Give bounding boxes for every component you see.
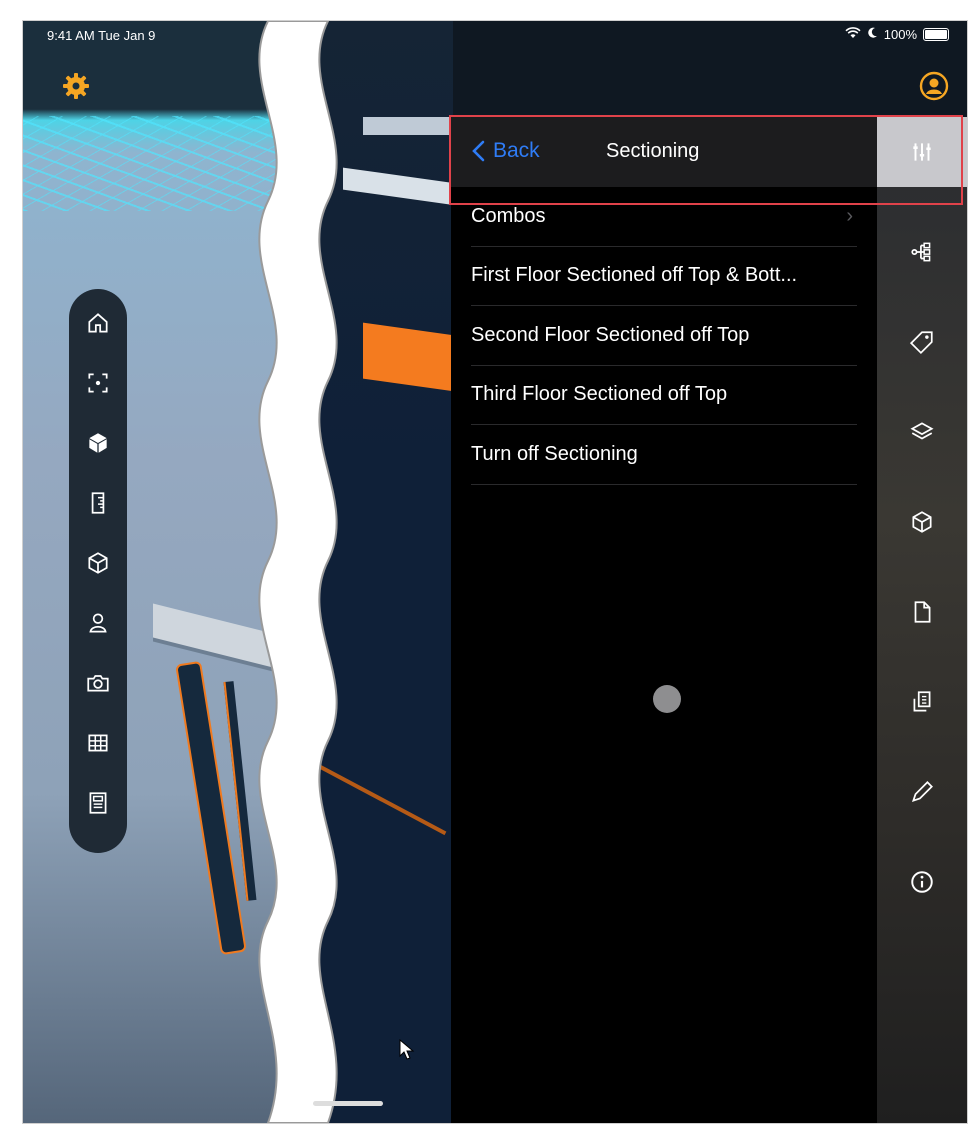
person-icon[interactable] bbox=[78, 603, 118, 643]
menu-item-turn-off-sectioning[interactable]: Turn off Sectioning bbox=[471, 425, 857, 485]
cube-filled-icon[interactable] bbox=[78, 423, 118, 463]
floorplan-icon[interactable] bbox=[78, 783, 118, 823]
menu-item-label: Turn off Sectioning bbox=[471, 442, 638, 465]
mouse-cursor-icon bbox=[399, 1039, 415, 1060]
menu-item-label: First Floor Sectioned off Top & Bott... bbox=[471, 264, 798, 287]
tag-icon[interactable] bbox=[904, 324, 940, 360]
model-beam bbox=[363, 117, 463, 135]
menu-item-combos[interactable]: Combos › bbox=[471, 187, 857, 247]
sheets-icon[interactable] bbox=[904, 684, 940, 720]
cube-outline-icon[interactable] bbox=[78, 543, 118, 583]
box-icon[interactable] bbox=[904, 504, 940, 540]
home-icon[interactable] bbox=[78, 303, 118, 343]
menu-item-second-floor[interactable]: Second Floor Sectioned off Top bbox=[471, 306, 857, 366]
camera-icon[interactable] bbox=[78, 663, 118, 703]
menu-item-third-floor[interactable]: Third Floor Sectioned off Top bbox=[471, 366, 857, 425]
menu-item-first-floor[interactable]: First Floor Sectioned off Top & Bott... bbox=[471, 247, 857, 306]
user-avatar-icon[interactable] bbox=[919, 71, 949, 101]
app-window: 9:41 AM Tue Jan 9 100% Back Sectioning C… bbox=[22, 20, 968, 1124]
chevron-right-icon: › bbox=[846, 204, 853, 227]
chevron-left-icon bbox=[472, 140, 485, 162]
sectioning-menu: Combos › First Floor Sectioned off Top &… bbox=[471, 187, 857, 485]
grid-icon[interactable] bbox=[78, 723, 118, 763]
ruler-icon[interactable] bbox=[78, 483, 118, 523]
torn-edge-divider bbox=[258, 21, 338, 1123]
wifi-icon bbox=[845, 27, 861, 42]
menu-item-label: Second Floor Sectioned off Top bbox=[471, 323, 750, 346]
settings-gear-icon[interactable] bbox=[61, 71, 91, 101]
moon-icon bbox=[867, 27, 878, 42]
info-icon[interactable] bbox=[904, 864, 940, 900]
battery-icon bbox=[923, 28, 949, 41]
menu-item-label: Third Floor Sectioned off Top bbox=[471, 383, 728, 406]
touch-indicator bbox=[653, 685, 681, 713]
hierarchy-icon[interactable] bbox=[904, 234, 940, 270]
panel-title: Sectioning bbox=[606, 140, 700, 162]
document-icon[interactable] bbox=[904, 594, 940, 630]
pen-icon[interactable] bbox=[904, 774, 940, 810]
sectioning-panel: Back Sectioning Combos › First Floor Sec… bbox=[451, 117, 877, 1123]
back-button[interactable]: Back bbox=[471, 139, 540, 163]
menu-item-label: Combos bbox=[471, 204, 546, 227]
home-indicator bbox=[313, 1101, 383, 1106]
layers-icon[interactable] bbox=[904, 414, 940, 450]
left-toolbar bbox=[69, 289, 127, 853]
battery-percent: 100% bbox=[883, 27, 917, 42]
sliders-icon[interactable] bbox=[877, 117, 967, 187]
status-time: 9:41 AM Tue Jan 9 bbox=[47, 28, 156, 43]
status-right: 100% bbox=[845, 27, 949, 42]
back-label: Back bbox=[493, 139, 540, 162]
status-bar: 9:41 AM Tue Jan 9 100% bbox=[23, 21, 967, 51]
right-tool-rail bbox=[877, 117, 967, 1123]
focus-icon[interactable] bbox=[78, 363, 118, 403]
panel-header: Back Sectioning bbox=[451, 117, 877, 187]
